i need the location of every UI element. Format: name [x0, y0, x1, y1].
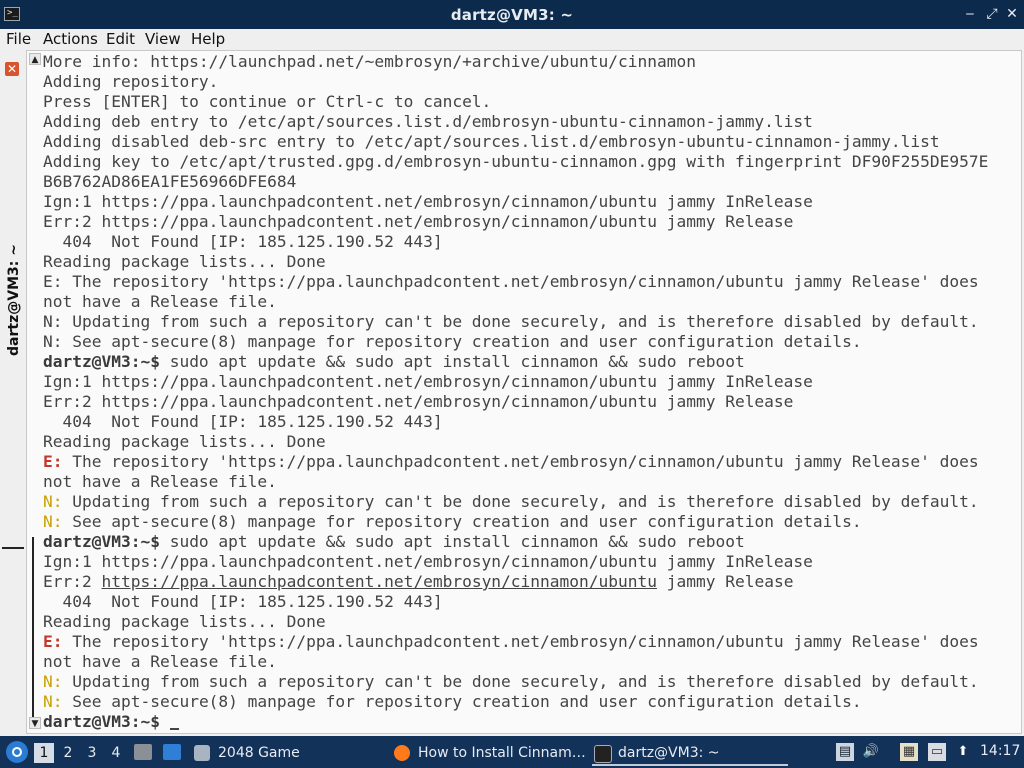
terminal-view[interactable]: ▲ ▼ More info: https://launchpad.net/~em… [26, 50, 1022, 734]
notice-prefix: N: [43, 492, 63, 511]
terminal-line: not have a Release file. [43, 292, 277, 311]
terminal-line: Press [ENTER] to continue or Ctrl-c to c… [43, 92, 492, 111]
terminal-line: Reading package lists... Done [43, 252, 326, 271]
task-terminal[interactable]: dartz@VM3: ~ [592, 740, 788, 766]
task-2048-game[interactable]: 2048 Game [192, 740, 382, 766]
terminal-line: More info: https://launchpad.net/~embros… [43, 52, 696, 71]
update-notifier-icon[interactable]: ⬆ [954, 743, 972, 761]
tab-indicator [2, 547, 24, 549]
terminal-line: Reading package lists... Done [43, 432, 326, 451]
terminal-line: N: See apt-secure(8) manpage for reposit… [43, 332, 862, 351]
terminal-line: dartz@VM3:~$ [43, 712, 1021, 732]
terminal-line: Reading package lists... Done [43, 612, 326, 631]
close-tab-icon[interactable]: ✕ [5, 62, 19, 76]
hover-link[interactable]: https://ppa.launchpadcontent.net/embrosy… [101, 572, 657, 591]
file-manager-icon[interactable] [134, 744, 152, 760]
volume-icon[interactable]: 🔊 [862, 743, 880, 761]
scrollbar-thumb[interactable] [32, 537, 34, 721]
firefox-icon [394, 745, 410, 761]
notice-prefix: N: [43, 692, 63, 711]
terminal-line: Adding repository. [43, 72, 219, 91]
terminal-line: E: The repository 'https://ppa.launchpad… [43, 452, 979, 471]
terminal-line: Ign:1 https://ppa.launchpadcontent.net/e… [43, 192, 813, 211]
menu-actions[interactable]: Actions [43, 30, 98, 48]
scroll-up-icon[interactable]: ▲ [29, 53, 41, 65]
notice-prefix: N: [43, 672, 63, 691]
network-icon[interactable]: ▭ [928, 743, 946, 761]
menu-edit[interactable]: Edit [106, 30, 135, 48]
terminal-line: N: Updating from such a repository can't… [43, 672, 979, 691]
terminal-line: Adding key to /etc/apt/trusted.gpg.d/emb… [43, 152, 989, 171]
show-desktop-icon[interactable] [163, 744, 181, 760]
terminal-line: N: See apt-secure(8) manpage for reposit… [43, 692, 862, 711]
terminal-output[interactable]: More info: https://launchpad.net/~embros… [43, 52, 1021, 732]
maximize-button[interactable]: ⤢ [984, 6, 1000, 22]
terminal-line: not have a Release file. [43, 652, 277, 671]
terminal-line: E: The repository 'https://ppa.launchpad… [43, 632, 979, 651]
terminal-line: 404 Not Found [IP: 185.125.190.52 443] [43, 232, 443, 251]
tab-strip: ✕ dartz@VM3: ~ [0, 50, 26, 736]
task-firefox[interactable]: How to Install Cinnam… [392, 740, 586, 766]
workspace-3[interactable]: 3 [82, 743, 102, 763]
terminal-line: N: See apt-secure(8) manpage for reposit… [43, 512, 862, 531]
terminal-line: N: Updating from such a repository can't… [43, 312, 979, 331]
menu-file[interactable]: File [6, 30, 31, 48]
terminal-line: Adding disabled deb-src entry to /etc/ap… [43, 132, 940, 151]
notes-icon[interactable]: ▦ [900, 743, 918, 761]
menu-bar: File Actions Edit View Help [0, 29, 1024, 50]
workspace-1[interactable]: 1 [34, 743, 54, 763]
taskbar: 1 2 3 4 2048 Game How to Install Cinnam…… [0, 736, 1024, 768]
shell-prompt: dartz@VM3:~$ [43, 352, 160, 371]
window-icon [194, 745, 210, 761]
tab-terminal[interactable]: dartz@VM3: ~ [6, 240, 26, 360]
close-button[interactable]: ✕ [1004, 6, 1020, 22]
text-cursor [169, 714, 179, 730]
terminal-line: N: Updating from such a repository can't… [43, 492, 979, 511]
start-menu-icon[interactable] [6, 741, 28, 763]
workspace-2[interactable]: 2 [58, 743, 78, 763]
terminal-line: Ign:1 https://ppa.launchpadcontent.net/e… [43, 552, 813, 571]
shell-prompt: dartz@VM3:~$ [43, 532, 160, 551]
terminal-line: not have a Release file. [43, 472, 277, 491]
notice-prefix: N: [43, 512, 63, 531]
terminal-line: E: The repository 'https://ppa.launchpad… [43, 272, 979, 291]
terminal-line: Err:2 https://ppa.launchpadcontent.net/e… [43, 572, 794, 591]
menu-view[interactable]: View [145, 30, 181, 48]
clipboard-icon[interactable]: ▤ [836, 743, 854, 761]
terminal-line: 404 Not Found [IP: 185.125.190.52 443] [43, 412, 443, 431]
error-prefix: E: [43, 452, 63, 471]
workspace-4[interactable]: 4 [106, 743, 126, 763]
shell-prompt: dartz@VM3:~$ [43, 712, 160, 731]
scroll-down-icon[interactable]: ▼ [29, 717, 41, 729]
terminal-line: 404 Not Found [IP: 185.125.190.52 443] [43, 592, 443, 611]
terminal-line: B6B762AD86EA1FE56966DFE684 [43, 172, 297, 191]
terminal-line: dartz@VM3:~$ sudo apt update && sudo apt… [43, 352, 745, 371]
terminal-line: Adding deb entry to /etc/apt/sources.lis… [43, 112, 813, 131]
clock[interactable]: 14:17 [980, 743, 1020, 759]
terminal-line: Ign:1 https://ppa.launchpadcontent.net/e… [43, 372, 813, 391]
terminal-line: Err:2 https://ppa.launchpadcontent.net/e… [43, 392, 794, 411]
terminal-line: Err:2 https://ppa.launchpadcontent.net/e… [43, 212, 794, 231]
window-titlebar[interactable]: >_ dartz@VM3: ~ ‒ ⤢ ✕ [0, 0, 1024, 29]
minimize-button[interactable]: ‒ [962, 6, 978, 22]
window-title: dartz@VM3: ~ [450, 6, 574, 24]
scrollbar[interactable]: ▲ ▼ [29, 53, 41, 731]
terminal-icon [594, 745, 612, 763]
terminal-line: dartz@VM3:~$ sudo apt update && sudo apt… [43, 532, 745, 551]
menu-help[interactable]: Help [191, 30, 225, 48]
error-prefix: E: [43, 632, 63, 651]
